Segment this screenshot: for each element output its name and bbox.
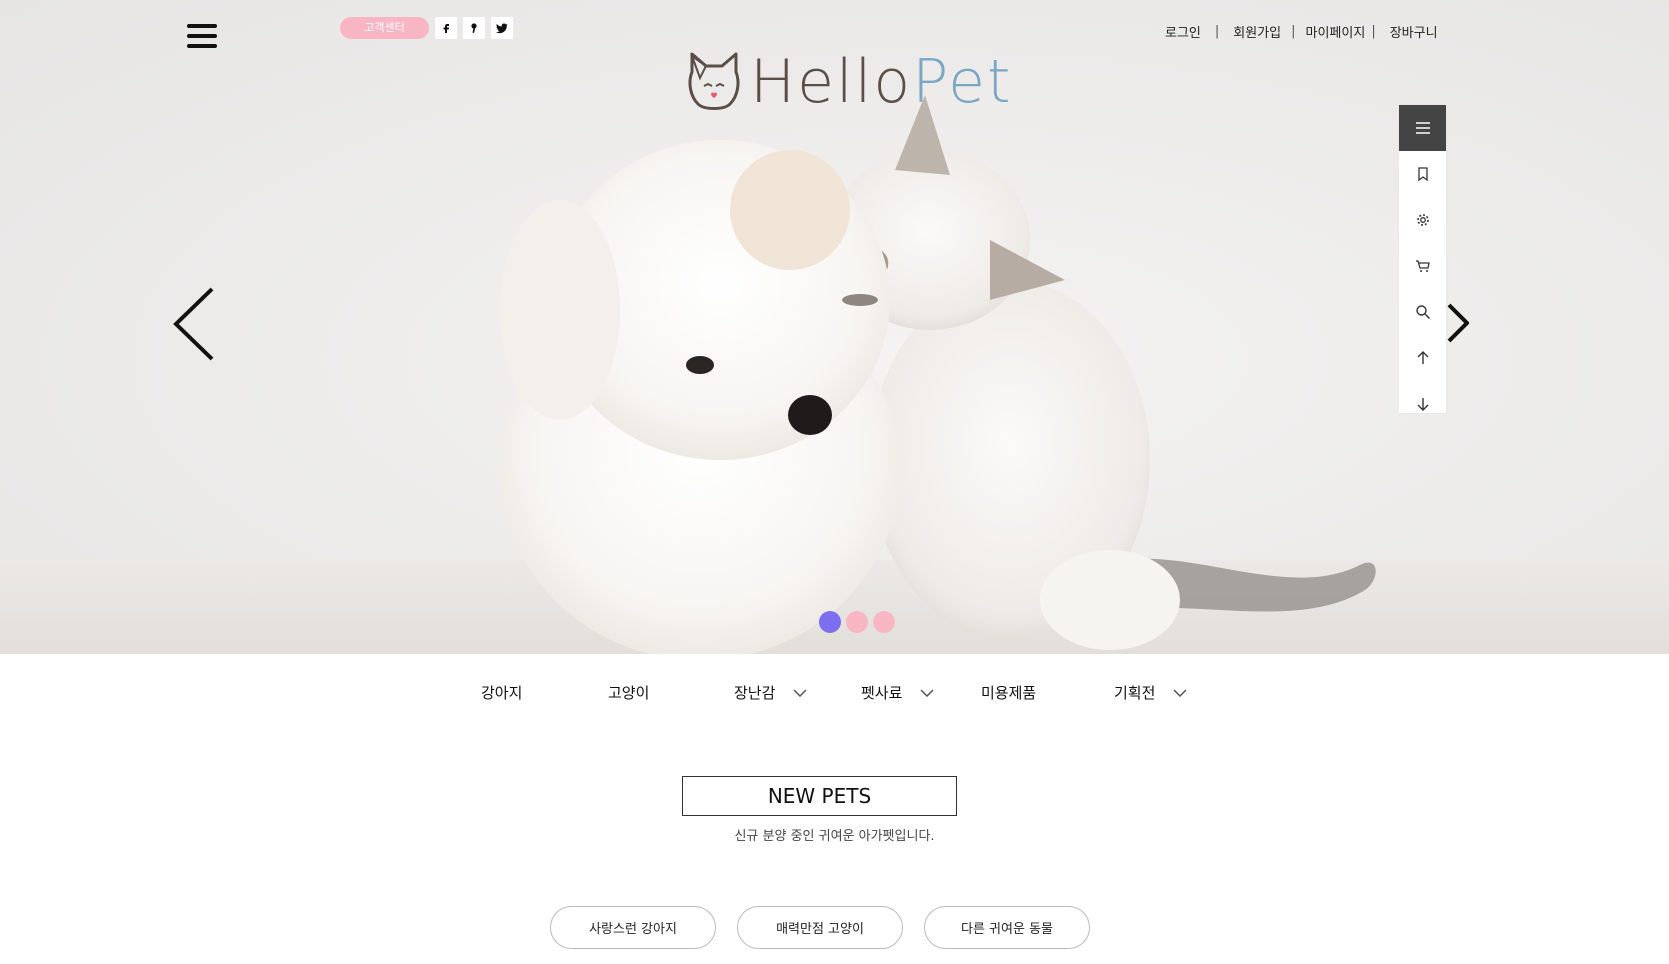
section-title: NEW PETS [682,776,957,816]
signup-link[interactable]: 회원가입 [1233,22,1281,41]
logo-text-hello: Hello [750,47,913,117]
nav-separator: | [1214,24,1220,39]
slider-prev-arrow-icon[interactable] [172,287,214,361]
category-pet-food[interactable]: 펫사료 [861,682,934,703]
category-label: 고양이 [608,684,650,702]
customer-center-button[interactable]: 고객센터 [340,17,429,39]
slider-pagination [819,611,900,633]
slider-next-arrow-icon[interactable] [1447,303,1469,343]
section-title-text: NEW PETS [767,784,872,808]
category-label: 기획전 [1114,684,1156,702]
category-label: 미용제품 [981,684,1037,702]
category-label: 펫사료 [861,684,903,702]
kakaostory-icon[interactable] [463,17,485,39]
chevron-down-icon [1173,688,1187,697]
quick-menu-icon[interactable] [1399,105,1446,151]
slider-dot-1[interactable] [819,611,841,633]
top-navigation: 로그인 | 회원가입 | 마이페이지 | 장바구니 [1165,22,1438,41]
other-animals-button[interactable]: 다른 귀여운 동물 [924,906,1090,949]
nav-separator: | [1291,24,1296,39]
category-dog[interactable]: 강아지 [481,682,522,703]
category-grooming[interactable]: 미용제품 [981,682,1036,703]
category-navigation: 강아지 고양이 장난감 펫사료 미용제품 기획전 [0,682,1669,704]
charming-cats-button[interactable]: 매력만점 고양이 [737,906,903,949]
arrow-up-icon[interactable] [1399,335,1446,381]
category-toys[interactable]: 장난감 [734,682,807,703]
category-cat[interactable]: 고양이 [608,682,649,703]
search-icon[interactable] [1399,289,1446,335]
mypage-link[interactable]: 마이페이지 [1306,22,1366,41]
menu-hamburger-button[interactable] [187,24,217,50]
category-promotions[interactable]: 기획전 [1114,682,1187,703]
twitter-icon[interactable] [491,17,513,39]
arrow-down-icon[interactable] [1399,381,1446,427]
cat-logo-icon [688,52,740,110]
slider-dot-2[interactable] [846,611,868,633]
settings-icon[interactable] [1399,197,1446,243]
logo-text-pet: Pet [912,47,1013,117]
category-label: 장난감 [734,684,776,702]
cart-link[interactable]: 장바구니 [1390,22,1438,41]
cart-icon[interactable] [1399,243,1446,289]
chevron-down-icon [793,688,807,697]
quick-menu-bar [1399,105,1446,413]
lovely-dogs-button[interactable]: 사랑스런 강아지 [550,906,716,949]
slider-dot-3[interactable] [873,611,895,633]
chevron-down-icon [920,688,934,697]
login-link[interactable]: 로그인 [1165,22,1201,41]
nav-separator: | [1371,24,1376,39]
section-subtitle: 신규 분양 중인 귀여운 아가펫입니다. [734,829,935,844]
hellopet-logo[interactable]: HelloPet [686,52,1013,112]
logo-text: HelloPet [750,52,1013,112]
facebook-icon[interactable] [435,17,457,39]
bookmark-icon[interactable] [1399,151,1446,197]
category-label: 강아지 [481,684,523,702]
hero-slider: 고객센터 로그인 | 회원가입 | 마이페이지 | 장바구니 HelloPet [0,0,1669,654]
